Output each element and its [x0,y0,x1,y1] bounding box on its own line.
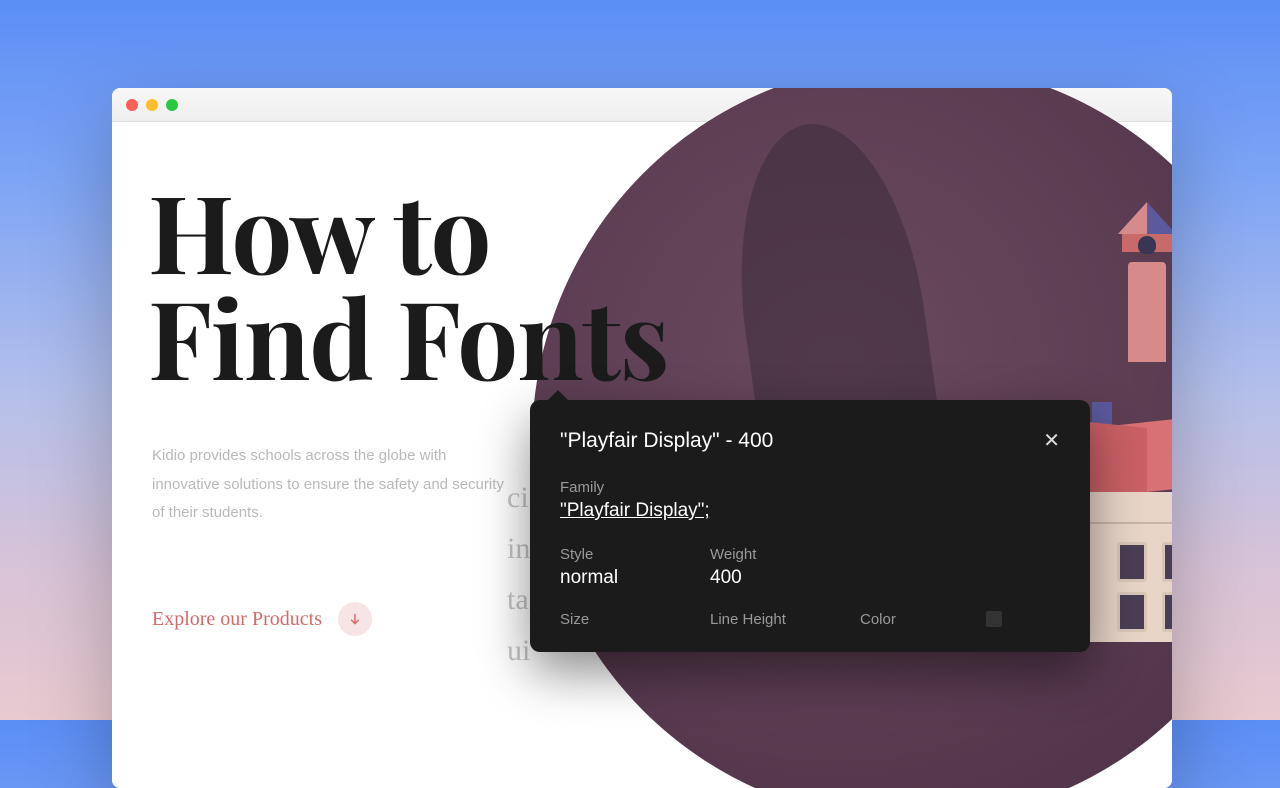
color-label: Color [860,611,980,628]
explore-products-link[interactable]: Explore our Products [152,602,372,636]
heading-line-2: Find Fonts [148,264,669,408]
close-traffic-light[interactable] [126,99,138,111]
lighthouse-icon [1112,202,1172,362]
close-icon[interactable]: ✕ [1043,428,1060,453]
weight-label: Weight [710,546,860,563]
hero-description: Kidio provides schools across the globe … [152,442,512,528]
family-value[interactable]: "Playfair Display"; [560,500,1060,522]
inspector-title: "Playfair Display" - 400 [560,429,773,453]
font-inspector-popover: "Playfair Display" - 400 ✕ Family "Playf… [530,400,1090,652]
weight-value: 400 [710,567,860,589]
color-swatch-icon [986,611,1002,627]
maximize-traffic-light[interactable] [166,99,178,111]
style-value: normal [560,567,710,589]
page-heading: How to Find Fonts [148,178,669,390]
line-height-label: Line Height [710,611,860,628]
cta-label: Explore our Products [152,608,322,631]
minimize-traffic-light[interactable] [146,99,158,111]
arrow-down-icon [338,602,372,636]
background-paragraph-fragment: ci in ta ui [507,472,530,676]
size-label: Size [560,611,710,628]
family-label: Family [560,479,1060,496]
style-label: Style [560,546,710,563]
